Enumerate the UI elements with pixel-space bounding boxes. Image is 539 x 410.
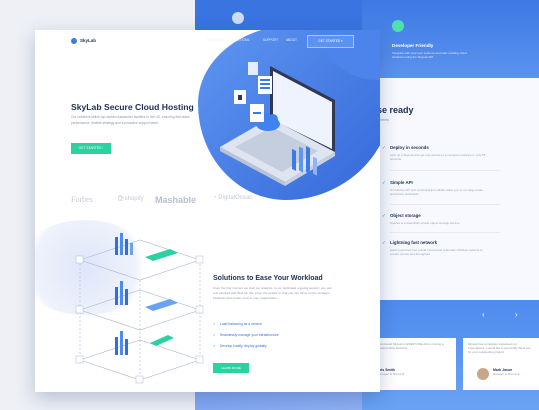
divider <box>390 232 500 233</box>
logo-icon <box>71 38 77 44</box>
learn-more-button[interactable]: LEARN MORE <box>213 363 249 373</box>
testimonial-card: I'd recommend SkyLab to EVERYONE who's r… <box>368 338 456 390</box>
check-icon: ✓ <box>382 180 386 185</box>
back-page-top-icon <box>232 12 244 24</box>
solution-item: ✓ Develop locally, deploy globally <box>213 344 267 348</box>
check-icon: ✓ <box>382 213 386 218</box>
testimonial-arrows[interactable]: ‹ › <box>482 310 532 319</box>
check-icon: ✓ <box>213 333 216 337</box>
check-icon: ✓ <box>382 145 386 150</box>
feature-description: Each hypervisor has a dual-homed and red… <box>390 248 483 256</box>
feature-network: ✓ Lightning fast network Each hypervisor… <box>382 240 500 256</box>
logo[interactable]: SkyLab <box>80 38 96 43</box>
feature-description: An intuitive API and command line utilit… <box>390 188 483 196</box>
feature-description: Spaces is a beautifully simple object st… <box>390 221 461 225</box>
get-started-nav-button[interactable]: GET STARTED ▾ <box>307 35 354 48</box>
feature-title: Object storage <box>390 213 421 218</box>
testimonial-card: SkyLab has completely surpassed our expe… <box>463 338 539 390</box>
hero-get-started-button[interactable]: GET STARTED › <box>71 143 111 154</box>
logo-digitalocean: ◔ DigitalOcean <box>213 195 253 201</box>
feature-description: Spin up a SkyLab and get root access to … <box>390 153 486 161</box>
solution-item-label: Develop locally, deploy globally <box>219 344 267 348</box>
check-icon: ✓ <box>213 344 216 348</box>
check-icon: ✓ <box>382 240 386 245</box>
logo-mashable: Mashable <box>155 195 197 205</box>
solutions-description: From the first moment we start our analy… <box>213 286 332 300</box>
arrow-right-icon: › <box>102 146 104 150</box>
server-stack-illustration <box>75 233 204 384</box>
feature-storage: ✓ Object storage Spaces is a beautifully… <box>382 213 500 225</box>
feature-deploy: ✓ Deploy in seconds Spin up a SkyLab and… <box>382 145 500 161</box>
feature-title: Lightning fast network <box>390 240 438 245</box>
nav-about[interactable]: ABOUT <box>286 38 297 42</box>
testimonial-role: Manager at Microsoft <box>378 372 405 376</box>
testimonial-text: SkyLab has completely surpassed our expe… <box>468 342 531 354</box>
avatar <box>477 368 489 380</box>
hero-title: SkyLab Secure Cloud Hosting <box>71 102 194 112</box>
nav-features[interactable]: FEATURES <box>207 38 224 42</box>
solution-item: ✓ Seamlessly manage your infrastructure <box>213 333 279 337</box>
laptop-illustration <box>220 62 335 186</box>
digitalocean-icon: ◔ <box>213 195 217 201</box>
logo-shopify: 🛍shopify <box>117 195 144 202</box>
feature-api: ✓ Simple API An intuitive API and comman… <box>382 180 500 196</box>
get-started-nav-label: GET STARTED <box>318 39 341 43</box>
solution-item-label: Seamlessly manage your infrastructure <box>219 333 279 337</box>
chevron-down-icon: ▾ <box>341 39 343 43</box>
check-icon: ✓ <box>213 322 216 326</box>
hero-button-label: GET STARTED <box>78 146 102 150</box>
nav-solutions[interactable]: SOLUTIONS <box>231 38 249 42</box>
developer-title: Developer Friendly <box>392 43 434 48</box>
developer-icon <box>392 20 404 32</box>
solution-item-label: Load balancing as a service <box>219 322 262 326</box>
divider <box>390 204 500 205</box>
testimonial-role: Manager at Microsoft <box>493 372 520 376</box>
logo-shopify-text: shopify <box>124 196 144 202</box>
back-page-header <box>362 0 539 78</box>
testimonial-text: I'd recommend SkyLab to EVERYONE who's r… <box>373 342 444 350</box>
logo-digitalocean-text: DigitalOcean <box>218 195 253 201</box>
shopify-bag-icon: 🛍 <box>117 196 125 202</box>
developer-description: Integrate with your own systems and star… <box>392 51 467 59</box>
solutions-title: Solutions to Ease Your Workload <box>213 275 323 282</box>
main-page-card: SkyLab FEATURES SOLUTIONS SUPPORT ABOUT … <box>35 30 380 392</box>
divider <box>390 170 500 171</box>
solution-item: ✓ Load balancing as a service <box>213 322 262 326</box>
nav-support[interactable]: SUPPORT <box>263 38 278 42</box>
feature-title: Deploy in seconds <box>390 145 429 150</box>
hero-description: Our solutions utilize top-ranked datacen… <box>71 115 190 125</box>
logo-forbes: Forbes <box>71 195 93 204</box>
feature-title: Simple API <box>390 180 413 185</box>
